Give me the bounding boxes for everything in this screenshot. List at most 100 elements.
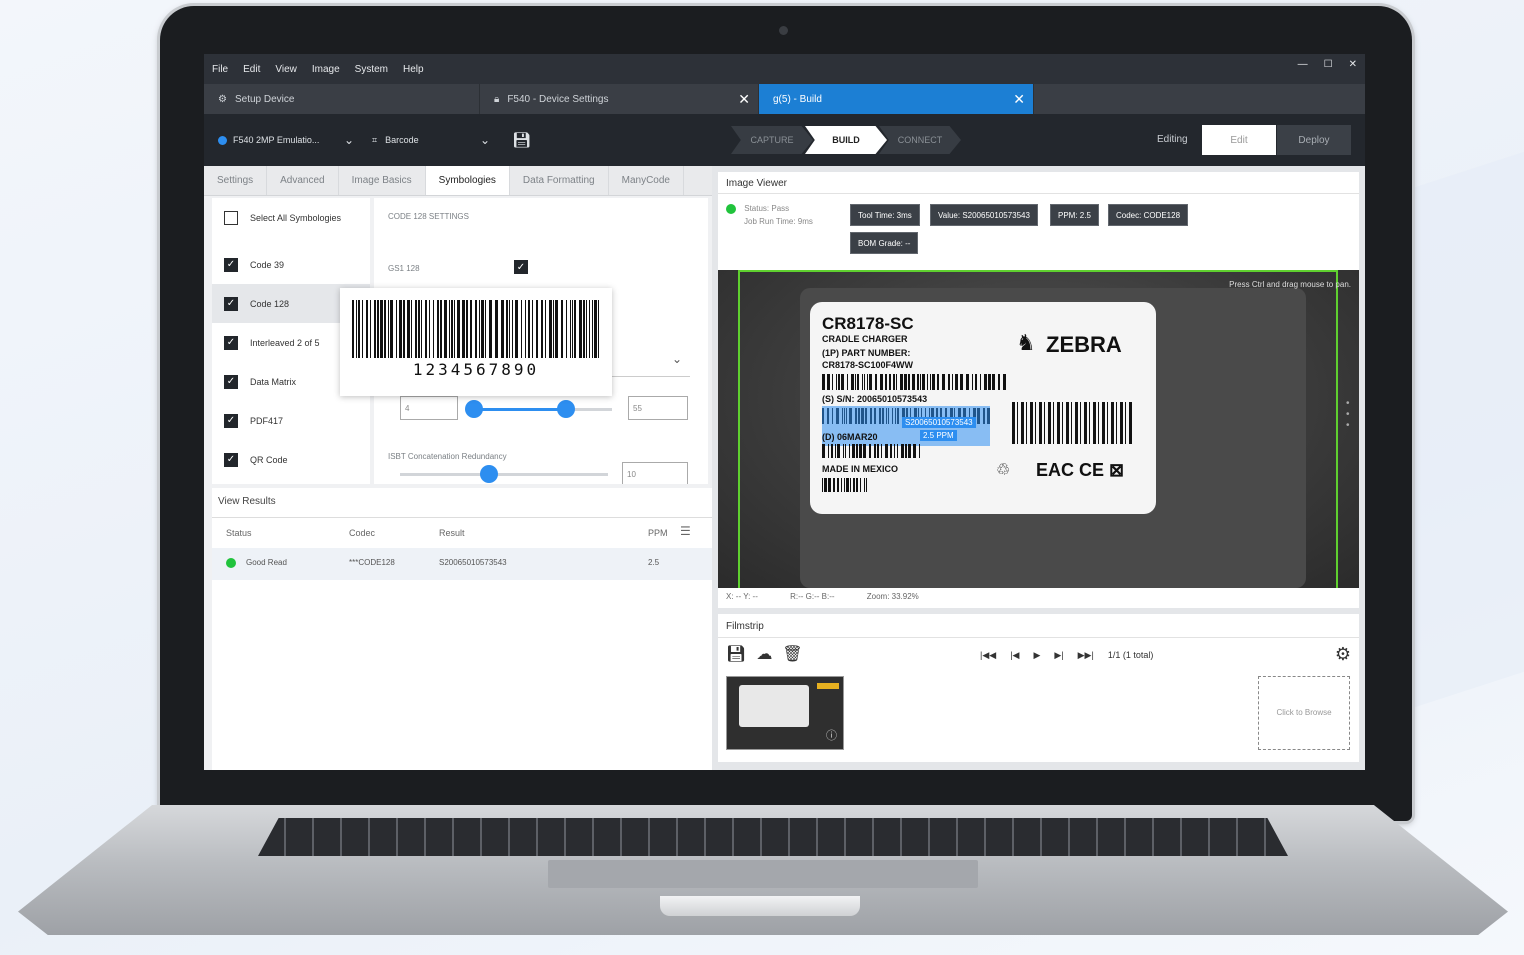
pan-hint: Press Ctrl and drag mouse to pan. <box>1229 280 1351 289</box>
close-tab-icon[interactable]: ✕ <box>1013 91 1025 108</box>
menu-system[interactable]: System <box>355 64 388 75</box>
barcode-bar <box>866 478 867 492</box>
menu-file[interactable]: File <box>212 64 228 75</box>
edit-button[interactable]: Edit <box>1202 125 1276 155</box>
tab-setup-device[interactable]: ⚙ Setup Device <box>204 84 480 114</box>
max-length-knob[interactable] <box>557 400 576 418</box>
symbology-code39[interactable]: ✓ Code 39 <box>212 245 370 284</box>
tab-data-formatting[interactable]: Data Formatting <box>510 166 609 195</box>
min-length-knob[interactable] <box>465 400 483 418</box>
last-frame-icon[interactable]: ▶▶| <box>1078 650 1094 661</box>
barcode-bar <box>869 374 872 390</box>
deploy-button[interactable]: Deploy <box>1277 125 1351 155</box>
step-connect[interactable]: CONNECT <box>879 126 961 154</box>
step-capture[interactable]: CAPTURE <box>731 126 813 154</box>
symbology-qrcode[interactable]: ✓ QR Code <box>212 440 370 479</box>
menu-help[interactable]: Help <box>403 64 424 75</box>
barcode-bar <box>846 478 849 492</box>
barcode-bar <box>536 300 538 358</box>
tab-advanced[interactable]: Advanced <box>267 166 339 195</box>
col-result[interactable]: Result <box>439 528 465 538</box>
barcode-bar <box>541 300 543 358</box>
browse-dropzone[interactable]: Click to Browse <box>1258 676 1350 750</box>
column-menu-icon[interactable]: ☰ <box>680 524 691 538</box>
tab-label: Setup Device <box>234 93 295 105</box>
prev-frame-icon[interactable]: |◀ <box>1010 650 1019 661</box>
barcode-bar <box>390 300 393 358</box>
barcode-bar <box>377 300 379 358</box>
barcode-bar <box>896 374 897 390</box>
table-row[interactable]: Good Read ***CODE128 S20065010573543 2.5 <box>212 548 712 580</box>
maximize-icon[interactable]: ☐ <box>1324 59 1333 70</box>
save-icon[interactable]: 💾︎ <box>726 644 746 664</box>
col-ppm[interactable]: PPM <box>648 528 668 538</box>
tab-symbologies[interactable]: Symbologies <box>425 166 510 195</box>
roi-right-edge[interactable] <box>1336 270 1338 588</box>
concat-slider-track[interactable] <box>400 473 608 476</box>
filmstrip-title: Filmstrip <box>718 614 1359 638</box>
device-select[interactable]: F540 2MP Emulatio... ⌄ <box>218 133 354 147</box>
save-icon[interactable]: 💾︎ <box>512 131 531 149</box>
tab-build[interactable]: g(5) - Build ✕ <box>759 84 1034 114</box>
captured-image[interactable]: Press Ctrl and drag mouse to pan. CR8178… <box>718 270 1359 588</box>
label-origin: MADE IN MEXICO <box>822 464 899 474</box>
close-icon[interactable]: ✕ <box>1349 59 1357 70</box>
barcode-bar <box>885 374 887 390</box>
max-length-input[interactable]: 55 <box>628 396 688 420</box>
barcode-bar <box>592 300 593 358</box>
more-options-icon[interactable]: • • • <box>1346 398 1351 432</box>
tab-device-settings[interactable]: 🔒︎ F540 - Device Settings ✕ <box>480 84 759 114</box>
checkbox[interactable] <box>224 210 238 225</box>
concat-knob[interactable] <box>480 465 499 483</box>
tool-select[interactable]: ⌗ Barcode ⌄ <box>372 133 490 147</box>
roi-left-edge[interactable] <box>738 270 740 588</box>
checkbox[interactable]: ✓ <box>224 296 238 311</box>
col-codec[interactable]: Codec <box>349 528 375 538</box>
info-icon[interactable]: ⓘ <box>826 727 837 743</box>
checkbox[interactable]: ✓ <box>224 374 238 389</box>
barcode-bar <box>403 300 405 358</box>
symbology-pdf417[interactable]: ✓ PDF417 <box>212 401 370 440</box>
barcode-bar <box>864 478 865 492</box>
concat-input[interactable]: 10 <box>622 462 688 484</box>
barcode-bar <box>863 444 866 458</box>
gs1-checkbox[interactable]: ✓ <box>514 260 528 274</box>
barcode-bar <box>960 374 963 390</box>
min-length-input[interactable]: 4 <box>400 396 458 420</box>
filmstrip-thumbnail[interactable]: ⓘ <box>726 676 844 750</box>
gear-icon[interactable]: ⚙ <box>1335 644 1351 665</box>
barcode-bar <box>418 300 420 358</box>
barcode-bar <box>852 444 855 458</box>
barcode-bar <box>992 374 995 390</box>
chevron-down-icon: ⌄ <box>479 133 490 147</box>
barcode-bar <box>917 374 919 390</box>
barcode-bar <box>824 478 827 492</box>
minimize-icon[interactable]: — <box>1298 59 1308 70</box>
step-build[interactable]: BUILD <box>805 126 887 154</box>
first-frame-icon[interactable]: |◀◀ <box>980 650 996 661</box>
checkbox[interactable]: ✓ <box>224 257 238 272</box>
tab-manycode[interactable]: ManyCode <box>609 166 684 195</box>
barcode-bar <box>506 300 508 358</box>
menu-image[interactable]: Image <box>312 64 340 75</box>
cloud-upload-icon[interactable]: ☁ <box>756 644 772 664</box>
barcode-bar <box>988 374 991 390</box>
close-tab-icon[interactable]: ✕ <box>738 91 750 108</box>
checkbox[interactable]: ✓ <box>224 413 238 428</box>
menu-view[interactable]: View <box>275 64 297 75</box>
col-status[interactable]: Status <box>226 528 252 538</box>
menu-edit[interactable]: Edit <box>243 64 260 75</box>
checkbox[interactable]: ✓ <box>224 335 238 350</box>
next-frame-icon[interactable]: ▶| <box>1054 650 1063 661</box>
trash-icon[interactable]: 🗑︎ <box>782 644 802 664</box>
checkbox[interactable]: ✓ <box>224 452 238 467</box>
row-status: Good Read <box>246 558 287 567</box>
barcode-bar <box>495 300 498 358</box>
barcode-bar <box>901 444 904 458</box>
tab-image-basics[interactable]: Image Basics <box>339 166 426 195</box>
select-all-symbologies[interactable]: Select All Symbologies <box>212 198 370 237</box>
play-icon[interactable]: ▶ <box>1033 650 1040 661</box>
barcode-bar <box>521 300 522 358</box>
panel-header: CODE 128 SETTINGS <box>388 212 469 221</box>
tab-settings[interactable]: Settings <box>204 166 268 195</box>
